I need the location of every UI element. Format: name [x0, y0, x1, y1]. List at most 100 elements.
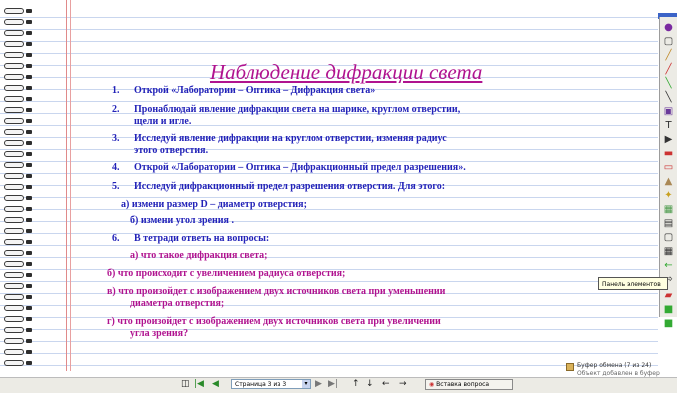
ring-loop	[4, 228, 24, 234]
pencil-icon[interactable]: ╱	[662, 50, 675, 61]
move-down-icon[interactable]: ↓	[366, 379, 374, 390]
sub-item: б) измени угол зрения .	[130, 215, 234, 226]
insert-question-button[interactable]: ◉ Вставка вопроса	[425, 379, 513, 390]
wand-icon[interactable]: ✦	[662, 190, 675, 201]
ring-hole	[26, 53, 32, 57]
item-number: 2.	[112, 104, 120, 115]
lock-icon[interactable]: ▢	[662, 36, 675, 47]
spiral-binding	[0, 0, 40, 371]
binding-ring	[4, 173, 34, 179]
question: а) что такое дифракция света;	[130, 250, 268, 261]
ring-loop	[4, 184, 24, 190]
clipboard-subtitle: Объект добавлен в буфер	[577, 370, 660, 377]
binding-ring	[4, 228, 34, 234]
text-icon[interactable]: T	[662, 120, 675, 131]
shape-icon[interactable]: ▣	[662, 106, 675, 117]
marker-icon[interactable]: ╱	[662, 64, 675, 75]
ring-loop	[4, 30, 24, 36]
margin-line-secondary	[70, 0, 71, 371]
ring-hole	[26, 185, 32, 189]
item-number: 3.	[112, 133, 120, 144]
image-icon[interactable]: ▦	[662, 204, 675, 215]
ring-hole	[26, 240, 32, 244]
line-icon[interactable]: ╲	[662, 92, 675, 103]
ring-hole	[26, 207, 32, 211]
ring-loop	[4, 96, 24, 102]
ring-loop	[4, 140, 24, 146]
move-up-icon[interactable]: ↑	[352, 379, 360, 390]
clipboard-icon	[566, 363, 574, 371]
page-icon[interactable]: ▢	[662, 232, 675, 243]
ring-hole	[26, 273, 32, 277]
ring-loop	[4, 74, 24, 80]
ring-hole	[26, 119, 32, 123]
binding-ring	[4, 349, 34, 355]
ring-hole	[26, 163, 32, 167]
binding-ring	[4, 360, 34, 366]
arrow-left-icon[interactable]: ←	[662, 260, 675, 271]
binding-ring	[4, 74, 34, 80]
binding-ring	[4, 327, 34, 333]
move-right-icon[interactable]: →	[399, 379, 407, 390]
pen-icon[interactable]: ●	[662, 22, 675, 33]
binding-ring	[4, 107, 34, 113]
elements-panel-icon[interactable]: ▰	[662, 290, 675, 301]
ring-hole	[26, 339, 32, 343]
binding-ring	[4, 294, 34, 300]
ring-hole	[26, 251, 32, 255]
ring-loop	[4, 85, 24, 91]
ring-hole	[26, 229, 32, 233]
ring-loop	[4, 239, 24, 245]
ring-loop	[4, 217, 24, 223]
table-icon[interactable]: ▤	[662, 218, 675, 229]
ring-hole	[26, 97, 32, 101]
question-icon: ◉	[429, 381, 435, 388]
margin-line	[66, 0, 67, 371]
ring-loop	[4, 173, 24, 179]
binding-ring	[4, 41, 34, 47]
ring-hole	[26, 75, 32, 79]
ring-hole	[26, 350, 32, 354]
list-item: Открой «Лаборатории – Оптика – Дифракцио…	[134, 162, 466, 173]
ring-loop	[4, 261, 24, 267]
select-icon[interactable]: ▶	[662, 134, 675, 145]
binding-ring	[4, 19, 34, 25]
ring-loop	[4, 250, 24, 256]
ring-loop	[4, 129, 24, 135]
slides-icon[interactable]: ◫	[181, 379, 190, 390]
binding-ring	[4, 239, 34, 245]
move-left-icon[interactable]: ←	[382, 379, 390, 390]
prev-page-icon[interactable]: ◀	[212, 379, 219, 390]
binding-ring	[4, 217, 34, 223]
binding-ring	[4, 85, 34, 91]
item-number: 1.	[112, 85, 120, 96]
binding-ring	[4, 140, 34, 146]
clip-icon[interactable]: ▲	[662, 176, 675, 187]
question: в) что произойдет с изображением двух ис…	[107, 286, 446, 297]
sub-item: а) измени размер D – диаметр отверстия;	[121, 199, 307, 210]
first-page-icon[interactable]: |◀	[194, 379, 204, 390]
bottom-toolbar	[0, 377, 677, 393]
binding-ring	[4, 118, 34, 124]
next-page-icon[interactable]: ▶	[315, 379, 322, 390]
question-continued: диаметра отверстия;	[130, 298, 225, 309]
ring-loop	[4, 360, 24, 366]
screen-icon[interactable]: ▭	[662, 162, 675, 173]
ring-hole	[26, 196, 32, 200]
last-page-icon[interactable]: ▶|	[328, 379, 338, 390]
ring-loop	[4, 107, 24, 113]
ring-hole	[26, 152, 32, 156]
eraser-icon[interactable]: ▬	[662, 148, 675, 159]
binding-ring	[4, 316, 34, 322]
page-select[interactable]: Страница 3 из 3 ▾	[231, 379, 311, 389]
list-item: В тетради ответь на вопросы:	[134, 233, 270, 244]
notebook-page: Наблюдение дифракции света 1. Открой «Ла…	[0, 0, 658, 371]
ring-hole	[26, 86, 32, 90]
highlighter-icon[interactable]: ╲	[662, 78, 675, 89]
grid-icon[interactable]: ▦	[662, 246, 675, 257]
binding-ring	[4, 151, 34, 157]
ring-loop	[4, 283, 24, 289]
green-shape-icon[interactable]: ■	[662, 304, 675, 315]
green-block-icon[interactable]: ■	[662, 318, 675, 329]
ring-hole	[26, 295, 32, 299]
